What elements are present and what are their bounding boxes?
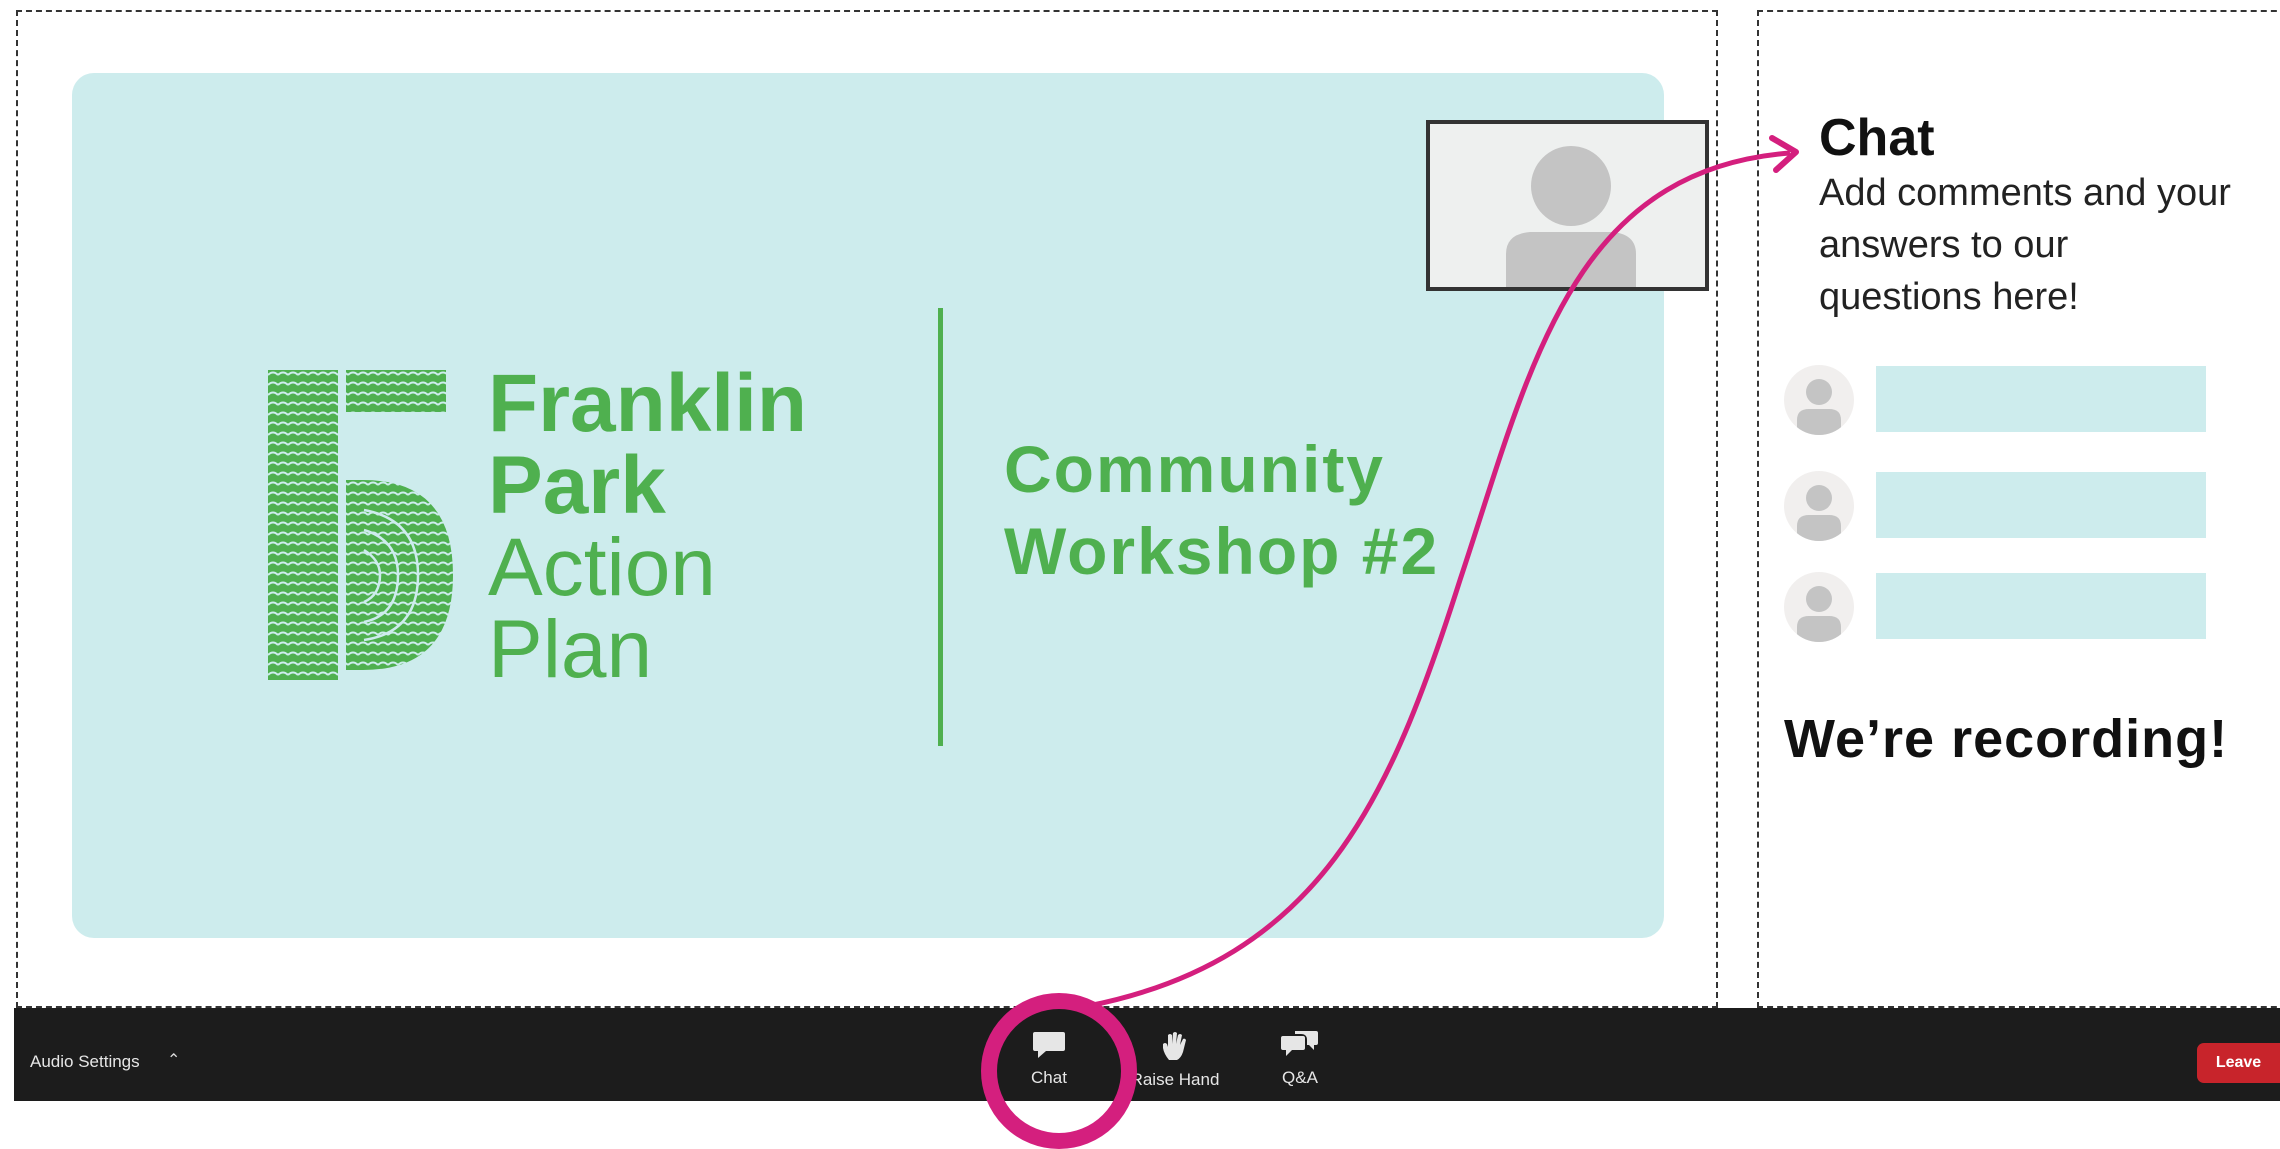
- callout-arrow: [1087, 135, 1799, 1009]
